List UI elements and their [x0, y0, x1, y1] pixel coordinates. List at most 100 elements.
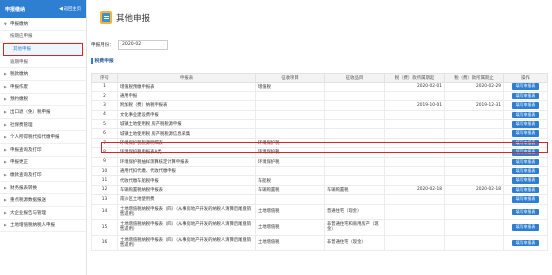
fill-form-button[interactable]: 填写申报表: [511, 102, 540, 109]
fill-form-button[interactable]: 填写申报表: [511, 130, 540, 137]
sidebar-item[interactable]: ▶ 出口退（免）税申报: [0, 106, 86, 119]
cell-sub: [324, 156, 385, 168]
cell-start: [384, 219, 445, 236]
cell-no: 9: [91, 156, 118, 168]
cell-operation: 填写申报表: [503, 175, 548, 186]
sidebar-item-label: 申报作废: [10, 84, 28, 90]
cell-form: 车辆购置税纳税申报表: [117, 184, 256, 196]
fill-form-button[interactable]: 填写申报表: [511, 186, 540, 194]
cell-form: 代收代缴车船税申报: [117, 175, 256, 186]
cell-end: [444, 137, 504, 149]
sidebar-item[interactable]: ▶ 税款缴纳: [0, 68, 86, 81]
cell-sub: [324, 100, 385, 111]
cell-item: 土地增值税: [255, 219, 325, 236]
sidebar-item[interactable]: ▶ 申报更正: [0, 157, 86, 170]
cell-start: [384, 147, 445, 158]
cell-sub: [324, 119, 385, 130]
cell-operation: 填写申报表: [503, 203, 548, 221]
sidebar-item[interactable]: 其他申报: [3, 43, 83, 56]
fill-form-button[interactable]: 填写申报表: [511, 83, 540, 90]
sidebar-item[interactable]: ▶ 申报查询及打印: [0, 144, 86, 157]
cell-operation: 填写申报表: [503, 234, 548, 252]
cell-form: 环境保护税税源明细表: [117, 137, 256, 149]
sidebar-item[interactable]: 逾期申报: [0, 56, 86, 69]
table-row: 6 城镇土地使用税 房产税税源信息采集 填写申报表: [91, 128, 548, 139]
month-input[interactable]: 2020-02: [117, 40, 168, 50]
sidebar-item[interactable]: ▼ 申报缴纳: [0, 18, 86, 31]
cell-form: 增值税预缴申报表: [117, 81, 256, 92]
fill-form-button[interactable]: 填写申报表: [511, 92, 540, 100]
fill-form-button[interactable]: 填写申报表: [511, 121, 540, 128]
fill-form-button[interactable]: 填写申报表: [511, 224, 540, 231]
cell-operation: 填写申报表: [503, 184, 548, 196]
cell-end: [444, 234, 504, 252]
table-row: 1 增值税预缴申报表 增值税 2020-02-01 2020-02-29 填写申报表: [91, 81, 548, 92]
fill-form-button[interactable]: 填写申报表: [511, 158, 540, 166]
cell-form: 土地增值税纳税申报表（四）（从事房地产开发的纳税人清算后尾盘销售适用）: [117, 234, 256, 252]
cell-operation: 填写申报表: [503, 165, 548, 177]
fill-form-button[interactable]: 填写申报表: [511, 149, 540, 156]
cell-sub: [324, 128, 385, 139]
cell-start: 2020-02-18: [384, 184, 445, 196]
cell-form: 通用代扣代缴、代收代缴申报: [117, 165, 256, 177]
sidebar-item-label: 土地增值税纳税人申报: [10, 223, 55, 229]
table-row: 3 附加税（费）纳税申报表 2019-10-01 2019-12-31 填写申报表: [91, 100, 548, 111]
cell-item: [255, 100, 325, 111]
sidebar-item[interactable]: ▶ 预约缴税: [0, 94, 86, 107]
table-row: 15 土地增值税纳税申报表（四）（从事房地产开发的纳税人清算后尾盘销售适用） 土地增…: [91, 219, 548, 236]
cell-operation: 填写申报表: [503, 90, 548, 102]
cell-sub: 车辆购置税: [324, 184, 385, 196]
sidebar-item[interactable]: 按期应申报: [0, 31, 86, 44]
cell-start: [384, 119, 445, 130]
cell-no: 16: [91, 234, 118, 252]
cell-sub: [324, 109, 385, 121]
sidebar-header: 申报缴纳 ◀ 返回主页: [0, 0, 86, 18]
cell-no: 15: [91, 219, 118, 236]
sidebar-menu: ▼ 申报缴纳按期应申报其他申报逾期申报 ▶ 税款缴纳 ▶ 申报作废 ▶ 预约缴税 ▶ 出口退（免）…: [0, 18, 86, 233]
sidebar-item[interactable]: ▶ 大企业报告与管理: [0, 207, 86, 220]
col-header-form: 申报表: [117, 73, 256, 83]
cell-end: 2019-12-31: [444, 100, 504, 111]
sidebar-item[interactable]: ▶ 申报作废: [0, 81, 86, 94]
fill-form-button[interactable]: 填写申报表: [511, 208, 540, 216]
fill-form-button[interactable]: 填写申报表: [511, 239, 540, 247]
sidebar-item[interactable]: ▶ 土地增值税纳税人申报: [0, 220, 86, 233]
cell-end: 2020-02-29: [444, 81, 504, 92]
cell-item: [255, 128, 325, 139]
back-home-button[interactable]: ◀ 返回主页: [59, 6, 81, 12]
fill-form-button[interactable]: 填写申报表: [511, 196, 540, 203]
sidebar-item[interactable]: ▶ 个人所得税代扣代缴申报: [0, 131, 86, 144]
sidebar-item[interactable]: ▶ 财务报表转换: [0, 182, 86, 195]
sidebar-item[interactable]: ▶ 重点税源数据报送: [0, 194, 86, 207]
cell-no: 3: [91, 100, 118, 111]
cell-operation: 填写申报表: [503, 81, 548, 92]
col-header-period-start: 税（费）款所属期起: [384, 73, 445, 83]
cell-no: 13: [91, 194, 118, 205]
cell-item: 环境保护税: [255, 156, 325, 168]
cell-end: 2020-02-18: [444, 184, 504, 196]
sidebar-item[interactable]: ▶ 缴款查询及打印: [0, 169, 86, 182]
sidebar-item[interactable]: ▶ 社保费管理: [0, 119, 86, 132]
cell-start: [384, 128, 445, 139]
cell-form: 文化事业建设费申报: [117, 109, 256, 121]
sidebar-item-label: 申报更正: [10, 160, 28, 166]
cell-sub: 非普通住宅（现金）: [324, 234, 385, 252]
cell-operation: 填写申报表: [503, 147, 548, 158]
sidebar-item-label: 其他申报: [13, 46, 31, 52]
cell-operation: 填写申报表: [503, 119, 548, 130]
back-home-label: 返回主页: [63, 7, 81, 12]
sidebar-item-label: 税款缴纳: [10, 72, 28, 78]
page-title: 其他申报: [116, 13, 151, 24]
cell-no: 4: [91, 109, 118, 121]
table-row: 12 车辆购置税纳税申报表 车辆购置税 车辆购置税 2020-02-18 2020-02-…: [91, 184, 548, 196]
declaration-table: 序号 申报表 征收项目 征收品目 税（费）款所属期起 税（费）款所属期止 操作 …: [91, 73, 548, 252]
sidebar-item-label: 按期应申报: [10, 34, 33, 40]
table-row: 10 通用代扣代缴、代收代缴申报 填写申报表: [91, 165, 548, 177]
fill-form-button[interactable]: 填写申报表: [511, 177, 540, 184]
fill-form-button[interactable]: 填写申报表: [511, 167, 540, 175]
fill-form-button[interactable]: 填写申报表: [511, 139, 540, 147]
col-header-no: 序号: [91, 73, 118, 83]
table-row: 4 文化事业建设费申报 填写申报表: [91, 109, 548, 121]
cell-item: [255, 90, 325, 102]
fill-form-button[interactable]: 填写申报表: [511, 111, 540, 119]
